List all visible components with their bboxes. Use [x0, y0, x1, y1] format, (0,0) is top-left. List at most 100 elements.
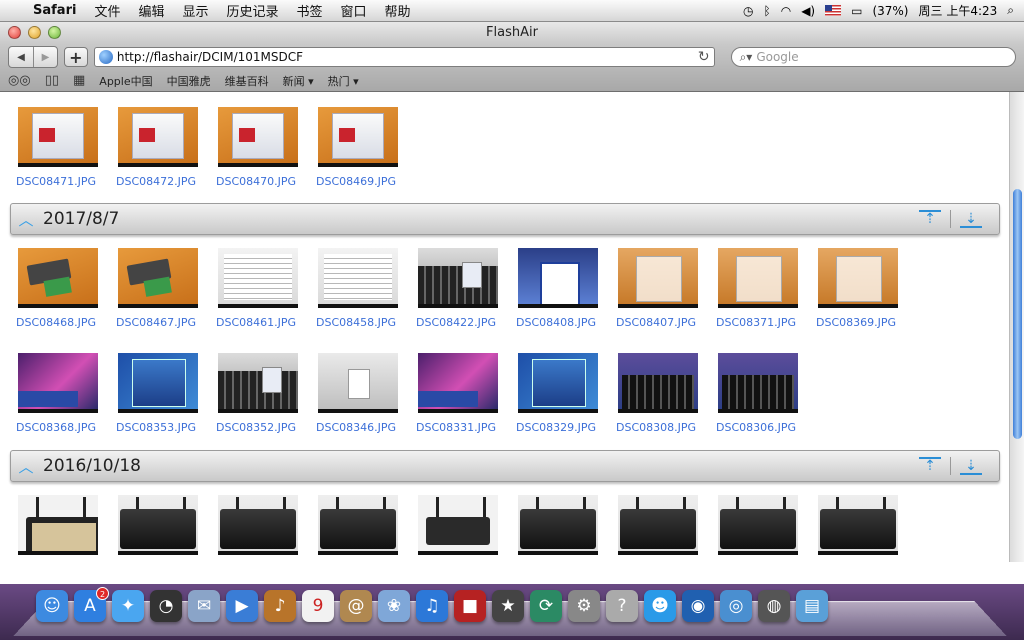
imovie-icon[interactable]: ★ — [492, 590, 524, 622]
photo-item[interactable]: DSC08329.JPG — [516, 353, 598, 434]
photo-thumbnail[interactable] — [118, 495, 198, 555]
photo-item[interactable]: DSC08346.JPG — [316, 353, 398, 434]
photo-thumbnail[interactable] — [318, 248, 398, 308]
collapse-chevron-icon[interactable]: ︿ — [15, 209, 37, 230]
date-section-header[interactable]: ︿ 2017/8/7 ⇡ ⇣ — [10, 203, 1000, 235]
photo-item[interactable]: DSC08308.JPG — [616, 353, 698, 434]
photo-item[interactable]: DSC08461.JPG — [216, 248, 298, 329]
reload-icon[interactable]: ↻ — [698, 49, 710, 65]
photo-item[interactable]: DSC08471.JPG — [16, 107, 98, 188]
preview-icon[interactable]: ◎ — [720, 590, 752, 622]
bluetooth-icon[interactable]: ᛒ — [764, 4, 771, 18]
photo-item[interactable]: DSC06020.JPG — [718, 495, 798, 562]
photo-filename-link[interactable]: DSC08368.JPG — [16, 421, 102, 434]
photo-thumbnail[interactable] — [18, 107, 98, 167]
photo-thumbnail[interactable] — [418, 248, 498, 308]
photo-thumbnail[interactable] — [118, 107, 198, 167]
search-field[interactable]: ⌕▾ Google — [730, 47, 1017, 67]
forward-button[interactable]: ▶ — [32, 47, 57, 67]
photo-thumbnail[interactable] — [718, 353, 798, 413]
photo-thumbnail[interactable] — [318, 353, 398, 413]
mail-icon[interactable]: ✉ — [188, 590, 220, 622]
photo-thumbnail[interactable] — [118, 353, 198, 413]
finder-icon[interactable]: ☺ — [36, 590, 68, 622]
date-section-header[interactable]: ︿ 2016/10/18 ⇡ ⇣ — [10, 450, 1000, 482]
photo-filename-link[interactable]: DSC08469.JPG — [316, 175, 402, 188]
photo-booth-icon[interactable]: ■ — [454, 590, 486, 622]
photo-thumbnail[interactable] — [618, 353, 698, 413]
photo-item[interactable]: DSC06032.JPG — [318, 495, 398, 562]
photo-item[interactable]: DSC06021.JPG — [618, 495, 698, 562]
photo-thumbnail[interactable] — [518, 353, 598, 413]
close-window-button[interactable] — [8, 26, 21, 39]
photo-thumbnail[interactable] — [818, 248, 898, 308]
photo-item[interactable]: DSC06026.JPG — [518, 495, 598, 562]
photo-thumbnail[interactable] — [518, 495, 598, 555]
quicktime-icon[interactable]: ◉ — [682, 590, 714, 622]
address-book-icon[interactable]: @ — [340, 590, 372, 622]
photo-thumbnail[interactable] — [18, 353, 98, 413]
bookmark-popular-folder[interactable]: 热门 ▾ — [328, 73, 359, 89]
photo-item[interactable]: DSC08472.JPG — [116, 107, 198, 188]
safari-icon[interactable]: ✦ — [112, 590, 144, 622]
iphoto-icon[interactable]: ❀ — [378, 590, 410, 622]
upload-icon[interactable]: ⇡ — [916, 208, 944, 230]
photo-filename-link[interactable]: DSC08353.JPG — [116, 421, 202, 434]
activity-monitor-icon[interactable]: ◍ — [758, 590, 790, 622]
photo-filename-link[interactable]: DSC08408.JPG — [516, 316, 602, 329]
photo-item[interactable]: DSC08407.JPG — [616, 248, 698, 329]
bookmark-yahoo-china[interactable]: 中国雅虎 — [167, 73, 211, 89]
photo-thumbnail[interactable] — [818, 495, 898, 555]
photo-filename-link[interactable]: DSC08472.JPG — [116, 175, 202, 188]
input-source-flag-icon[interactable] — [825, 5, 842, 16]
photo-filename-link[interactable]: DSC08371.JPG — [716, 316, 802, 329]
photo-filename-link[interactable]: DSC08352.JPG — [216, 421, 302, 434]
system-preferences-icon[interactable]: ⚙ — [568, 590, 600, 622]
photo-filename-link[interactable]: DSC08471.JPG — [16, 175, 102, 188]
photo-item[interactable]: DSC08352.JPG — [216, 353, 298, 434]
add-bookmark-button[interactable]: + — [63, 47, 88, 67]
itunes-icon[interactable]: ♫ — [416, 590, 448, 622]
photo-item[interactable]: DSC08422.JPG — [416, 248, 498, 329]
wifi-icon[interactable]: ◠ — [781, 4, 791, 18]
top-sites-grid-icon[interactable]: ▦ — [73, 73, 85, 88]
photo-thumbnail[interactable] — [218, 248, 298, 308]
photo-item[interactable]: DSC08468.JPG — [16, 248, 98, 329]
photo-thumbnail[interactable] — [718, 495, 798, 555]
photo-item[interactable]: DSC08467.JPG — [116, 248, 198, 329]
scrollbar-thumb[interactable] — [1013, 189, 1022, 439]
photo-filename-link[interactable]: DSC08461.JPG — [216, 316, 302, 329]
photo-filename-link[interactable]: DSC08369.JPG — [816, 316, 902, 329]
spotlight-icon[interactable]: ⌕ — [1007, 3, 1014, 18]
ical-icon[interactable]: 9 — [302, 590, 334, 622]
photo-item[interactable]: DSC06019.JPG — [818, 495, 898, 562]
photo-filename-link[interactable]: DSC08308.JPG — [616, 421, 702, 434]
back-button[interactable]: ◀ — [9, 47, 33, 67]
photo-thumbnail[interactable] — [418, 353, 498, 413]
garageband-icon[interactable]: ♪ — [264, 590, 296, 622]
photo-filename-link[interactable]: DSC08407.JPG — [616, 316, 702, 329]
bookmark-news-folder[interactable]: 新闻 ▾ — [283, 73, 314, 89]
photo-thumbnail[interactable] — [518, 248, 598, 308]
photo-item[interactable]: DSC08470.JPG — [216, 107, 298, 188]
photo-thumbnail[interactable] — [618, 248, 698, 308]
photo-filename-link[interactable]: DSC08346.JPG — [316, 421, 402, 434]
vertical-scrollbar[interactable] — [1009, 92, 1024, 562]
url-text[interactable]: http://flashair/DCIM/101MSDCF — [117, 50, 694, 64]
photo-item[interactable]: DSC08458.JPG — [316, 248, 398, 329]
minimize-window-button[interactable] — [28, 26, 41, 39]
photo-item[interactable]: DSC08353.JPG — [116, 353, 198, 434]
photo-thumbnail[interactable] — [318, 495, 398, 555]
download-icon[interactable]: ⇣ — [957, 455, 985, 477]
time-machine-status-icon[interactable]: ◷ — [743, 4, 753, 18]
bookmark-apple-china[interactable]: Apple中国 — [99, 73, 152, 89]
download-icon[interactable]: ⇣ — [957, 208, 985, 230]
menu-view[interactable]: 显示 — [173, 1, 217, 20]
collapse-chevron-icon[interactable]: ︿ — [15, 456, 37, 477]
photo-filename-link[interactable]: DSC08470.JPG — [216, 175, 302, 188]
facetime-icon[interactable]: ▶ — [226, 590, 258, 622]
photo-thumbnail[interactable] — [218, 353, 298, 413]
applications-folder-icon[interactable]: ▤ — [796, 590, 828, 622]
bookmark-wikipedia[interactable]: 维基百科 — [225, 73, 269, 89]
photo-filename-link[interactable]: DSC08329.JPG — [516, 421, 602, 434]
